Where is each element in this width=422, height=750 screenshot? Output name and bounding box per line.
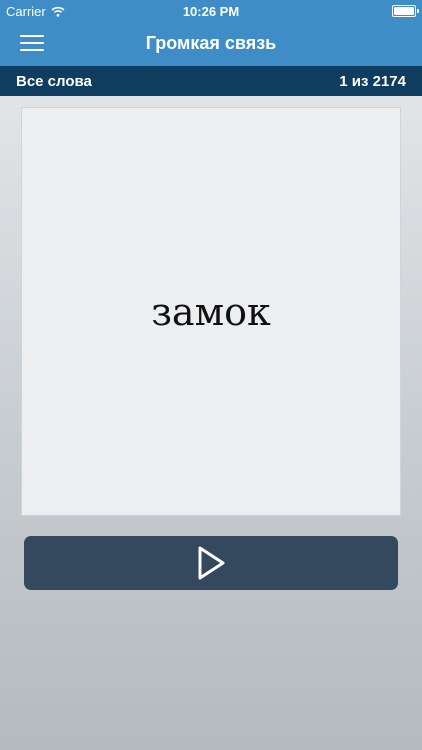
play-icon [198,546,225,580]
page-title: Громкая связь [145,33,277,53]
flashcard[interactable]: замок [21,107,401,516]
play-button[interactable] [24,536,398,590]
category-label: Все слова [16,73,92,90]
word-counter: 1 из 2174 [339,73,406,90]
sub-header: Все слова 1 из 2174 [0,66,422,96]
status-time: 10:26 PM [182,4,240,19]
flashcard-word: замок [151,289,271,334]
nav-bar: Громкая связь [0,22,422,66]
battery-icon [392,5,419,17]
status-bar: Carrier 10:26 PM [0,0,422,22]
